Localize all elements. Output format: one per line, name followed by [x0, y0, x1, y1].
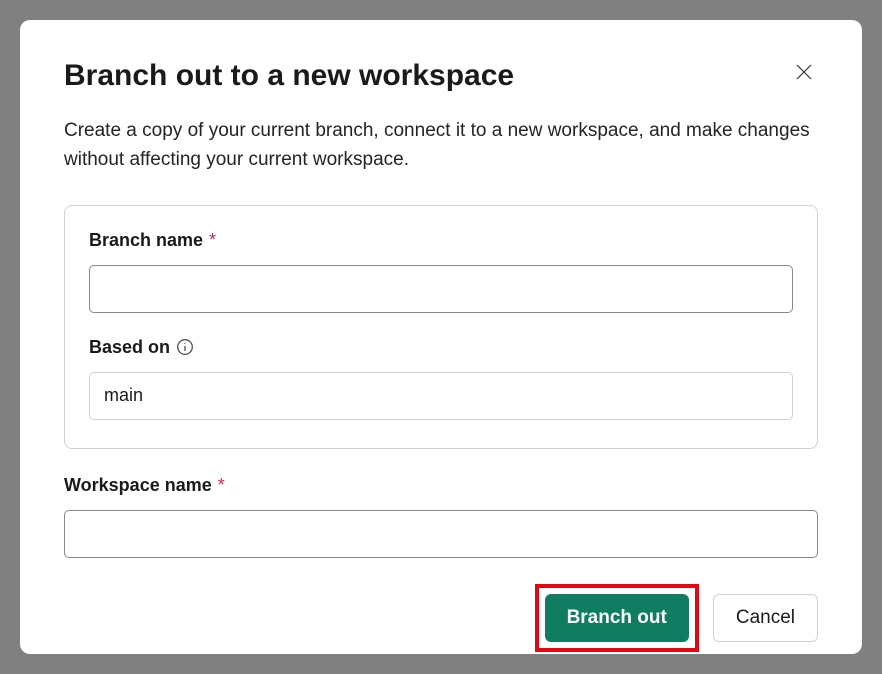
required-indicator: * [209, 230, 216, 251]
branch-name-field: Branch name * [89, 230, 793, 313]
dialog-actions: Branch out Cancel [64, 584, 818, 652]
branch-out-dialog: Branch out to a new workspace Create a c… [20, 20, 862, 654]
required-indicator: * [218, 475, 225, 496]
workspace-name-field: Workspace name * [64, 475, 818, 558]
dialog-header: Branch out to a new workspace [64, 58, 818, 94]
based-on-label: Based on [89, 337, 793, 358]
based-on-field: Based on main [89, 337, 793, 420]
cancel-button[interactable]: Cancel [713, 594, 818, 642]
primary-button-highlight: Branch out [535, 584, 699, 652]
branch-name-label: Branch name * [89, 230, 793, 251]
dialog-description: Create a copy of your current branch, co… [64, 116, 818, 175]
close-icon [794, 62, 814, 82]
branch-settings-box: Branch name * Based on main [64, 205, 818, 449]
workspace-name-input[interactable] [64, 510, 818, 558]
close-button[interactable] [790, 58, 818, 86]
dialog-title: Branch out to a new workspace [64, 58, 514, 94]
branch-out-button[interactable]: Branch out [545, 594, 689, 642]
branch-name-input[interactable] [89, 265, 793, 313]
workspace-name-label: Workspace name * [64, 475, 818, 496]
based-on-value: main [89, 372, 793, 420]
info-icon[interactable] [176, 338, 194, 356]
